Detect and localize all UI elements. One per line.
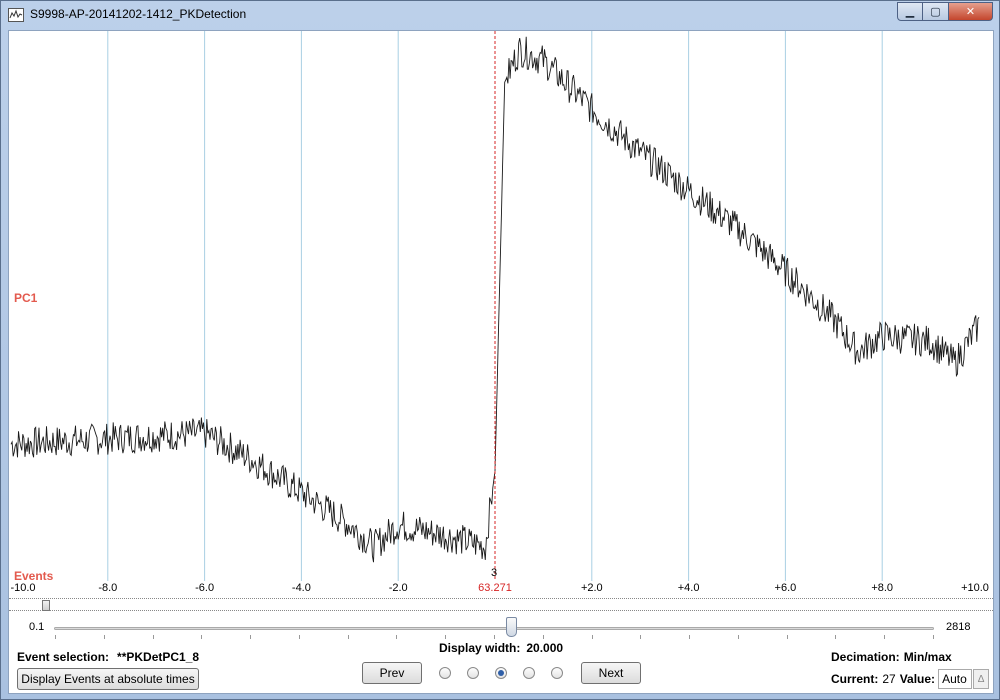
- delta-button[interactable]: Δ: [973, 669, 990, 689]
- nav-radio-3[interactable]: [495, 667, 507, 679]
- x-tick-label: +4.0: [677, 582, 700, 594]
- x-tick-label: +10.0: [961, 582, 989, 594]
- slider-tick: [347, 635, 349, 639]
- slider-tick: [445, 635, 447, 639]
- window-title: S9998-AP-20141202-1412_PKDetection: [30, 7, 247, 21]
- slider-tick: [396, 635, 398, 639]
- nav-radio-5[interactable]: [551, 667, 563, 679]
- slider-tick: [689, 635, 691, 639]
- x-tick-label: +6.0: [774, 582, 797, 594]
- slider-tick: [152, 635, 154, 639]
- slider-tick: [786, 635, 788, 639]
- nav-radio-1[interactable]: [439, 667, 451, 679]
- x-tick-label: -4.0: [291, 582, 311, 594]
- scrollbar-thumb[interactable]: [42, 600, 50, 611]
- display-absolute-times-button[interactable]: Display Events at absolute times: [17, 668, 199, 690]
- decimation-label: Decimation:: [831, 650, 900, 664]
- x-tick-label: -10.0: [10, 582, 36, 594]
- channel-label: PC1: [14, 291, 38, 305]
- event-selection-label: Event selection:: [17, 650, 110, 664]
- decimation: Decimation: Min/max: [831, 650, 952, 664]
- x-tick-label: +8.0: [871, 582, 894, 594]
- current-value-row: Current: 27 Value: Auto Δ: [831, 669, 990, 689]
- decimation-value: Min/max: [903, 650, 952, 664]
- slider-tick: [201, 635, 203, 639]
- display-width-slider[interactable]: [54, 627, 934, 630]
- event-selection: Event selection: **PKDetPC1_8: [17, 650, 199, 664]
- slider-tick: [591, 635, 593, 639]
- event-selection-value: **PKDetPC1_8: [117, 650, 200, 664]
- title-bar[interactable]: S9998-AP-20141202-1412_PKDetection ▁ ▢ ✕: [1, 1, 999, 29]
- prev-button[interactable]: Prev: [362, 662, 422, 684]
- slider-tick: [494, 635, 495, 639]
- app-window: S9998-AP-20141202-1412_PKDetection ▁ ▢ ✕…: [0, 0, 1000, 700]
- slider-tick: [640, 635, 642, 639]
- display-width: Display width: 20.000: [439, 641, 563, 655]
- nav-radio-2[interactable]: [467, 667, 479, 679]
- maximize-button[interactable]: ▢: [923, 2, 949, 21]
- current-value: 27: [882, 672, 896, 686]
- slider-tick: [884, 635, 886, 639]
- plot-canvas: [10, 31, 980, 581]
- close-button[interactable]: ✕: [949, 2, 993, 21]
- caption-buttons: ▁ ▢ ✕: [897, 2, 993, 21]
- slider-tick: [103, 635, 105, 639]
- events-label: Events: [14, 569, 54, 583]
- x-tick-label: -8.0: [98, 582, 118, 594]
- nav-radio-4[interactable]: [523, 667, 535, 679]
- slider-tick: [250, 635, 252, 639]
- slider-tick: [737, 635, 739, 639]
- slider-tick: [933, 635, 934, 639]
- slider-tick: [298, 635, 300, 639]
- next-button[interactable]: Next: [581, 662, 641, 684]
- value-input[interactable]: Auto: [938, 669, 973, 689]
- minimize-button[interactable]: ▁: [897, 2, 923, 21]
- slider-tick: [55, 635, 56, 639]
- chart-app-icon: [8, 8, 24, 22]
- time-scrollbar[interactable]: [9, 598, 993, 611]
- display-width-slider-row: 0.1 2818: [9, 616, 993, 640]
- display-width-value: 20.000: [526, 641, 564, 655]
- x-tick-label: 63.271: [478, 582, 512, 594]
- slider-tick: [542, 635, 544, 639]
- current-label: Current:: [831, 672, 879, 686]
- slider-tick: [835, 635, 837, 639]
- x-axis-ticks: -10.0 -8.0 -6.0 -4.0 -2.0 63.271 +2.0 +4.0 +6.0 +…: [9, 582, 993, 598]
- slider-max-label: 2818: [946, 621, 971, 633]
- value-label: Value:: [899, 672, 936, 686]
- slider-min-label: 0.1: [29, 621, 45, 633]
- x-tick-label: -6.0: [195, 582, 215, 594]
- client-area: PC1 Events 3 -10.0 -8.0 -6.0 -4.0 -2.0 63.271…: [8, 30, 994, 694]
- signal-plot[interactable]: PC1 Events 3 -10.0 -8.0 -6.0 -4.0 -2.0 63.271…: [9, 31, 993, 601]
- x-tick-label: -2.0: [388, 582, 408, 594]
- display-width-label: Display width:: [439, 641, 521, 655]
- event-number: 3: [491, 567, 498, 579]
- slider-thumb[interactable]: [506, 617, 517, 637]
- x-tick-label: +2.0: [580, 582, 603, 594]
